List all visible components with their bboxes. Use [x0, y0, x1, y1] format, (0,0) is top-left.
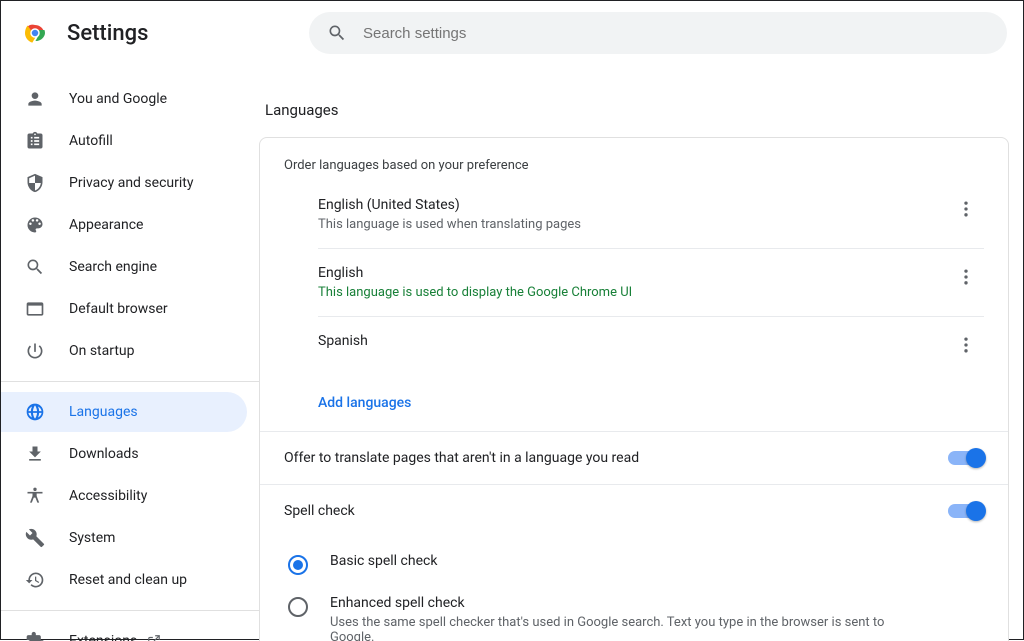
language-name: English [318, 265, 948, 281]
language-more-button[interactable] [948, 327, 984, 363]
restore-icon [25, 570, 45, 590]
radio-label: Enhanced spell check [330, 595, 890, 611]
language-row: English This language is used to display… [318, 249, 984, 317]
radio-icon [288, 555, 308, 575]
language-subtitle: This language is used to display the Goo… [318, 285, 948, 300]
translate-toggle-label: Offer to translate pages that aren't in … [284, 450, 948, 466]
browser-icon [25, 299, 45, 319]
sidebar-item-label: Appearance [69, 217, 143, 233]
clipboard-icon [25, 131, 45, 151]
sidebar-item-label: Languages [69, 404, 138, 420]
language-row: Spanish [318, 317, 984, 379]
sidebar-item-label: On startup [69, 343, 135, 359]
sidebar-item-label: Autofill [69, 133, 113, 149]
search-settings-box[interactable] [309, 12, 1007, 54]
sidebar-item-downloads[interactable]: Downloads [1, 434, 247, 474]
radio-icon [288, 597, 308, 617]
sidebar-item-label: Privacy and security [69, 175, 193, 191]
sidebar-item-autofill[interactable]: Autofill [1, 121, 247, 161]
search-input[interactable] [363, 25, 989, 42]
radio-label: Basic spell check [330, 553, 437, 569]
language-name: Spanish [318, 333, 948, 349]
person-icon [25, 89, 45, 109]
spellcheck-toggle-label: Spell check [284, 503, 948, 519]
sidebar-item-label: Default browser [69, 301, 168, 317]
spellcheck-radio-group: Basic spell check Enhanced spell check U… [260, 537, 1008, 641]
more-vert-icon [956, 267, 976, 287]
globe-icon [25, 402, 45, 422]
more-vert-icon [956, 199, 976, 219]
sidebar-item-accessibility[interactable]: Accessibility [1, 476, 247, 516]
language-more-button[interactable] [948, 191, 984, 227]
language-subtitle: This language is used when translating p… [318, 217, 948, 232]
sidebar-item-privacy[interactable]: Privacy and security [1, 163, 247, 203]
radio-enhanced-spellcheck[interactable]: Enhanced spell check Uses the same spell… [288, 587, 984, 641]
sidebar-item-label: Search engine [69, 259, 157, 275]
language-more-button[interactable] [948, 259, 984, 295]
order-languages-heading: Order languages based on your preference [260, 138, 1008, 181]
accessibility-icon [25, 486, 45, 506]
sidebar-item-label: Downloads [69, 446, 139, 462]
sidebar-item-you-google[interactable]: You and Google [1, 79, 247, 119]
sidebar-item-languages[interactable]: Languages [1, 392, 247, 432]
sidebar-item-reset[interactable]: Reset and clean up [1, 560, 247, 600]
sidebar-item-extensions[interactable]: Extensions [1, 621, 247, 641]
sidebar: You and Google Autofill Privacy and secu… [1, 65, 259, 641]
radio-sublabel: Uses the same spell checker that's used … [330, 615, 890, 641]
translate-toggle-row: Offer to translate pages that aren't in … [260, 431, 1008, 484]
sidebar-item-label: You and Google [69, 91, 167, 107]
languages-card: Order languages based on your preference… [259, 137, 1009, 641]
sidebar-item-system[interactable]: System [1, 518, 247, 558]
search-icon [327, 23, 347, 43]
sidebar-item-label: Reset and clean up [69, 572, 187, 588]
search-icon [25, 257, 45, 277]
download-icon [25, 444, 45, 464]
sidebar-divider [1, 610, 259, 611]
translate-toggle-switch[interactable] [948, 451, 984, 465]
sidebar-item-search-engine[interactable]: Search engine [1, 247, 247, 287]
add-languages-button[interactable]: Add languages [260, 379, 1008, 431]
palette-icon [25, 215, 45, 235]
section-title-languages: Languages [265, 101, 1009, 119]
more-vert-icon [956, 335, 976, 355]
language-row: English (United States) This language is… [318, 181, 984, 249]
wrench-icon [25, 528, 45, 548]
sidebar-divider [1, 381, 259, 382]
page-title: Settings [67, 21, 299, 46]
language-name: English (United States) [318, 197, 948, 213]
sidebar-item-label: System [69, 530, 115, 546]
shield-icon [25, 173, 45, 193]
chrome-logo-icon [23, 21, 47, 45]
sidebar-item-on-startup[interactable]: On startup [1, 331, 247, 371]
spellcheck-toggle-row: Spell check [260, 484, 1008, 537]
radio-basic-spellcheck[interactable]: Basic spell check [288, 545, 984, 587]
sidebar-item-appearance[interactable]: Appearance [1, 205, 247, 245]
sidebar-item-default-browser[interactable]: Default browser [1, 289, 247, 329]
spellcheck-toggle-switch[interactable] [948, 504, 984, 518]
sidebar-item-label: Accessibility [69, 488, 147, 504]
power-icon [25, 341, 45, 361]
